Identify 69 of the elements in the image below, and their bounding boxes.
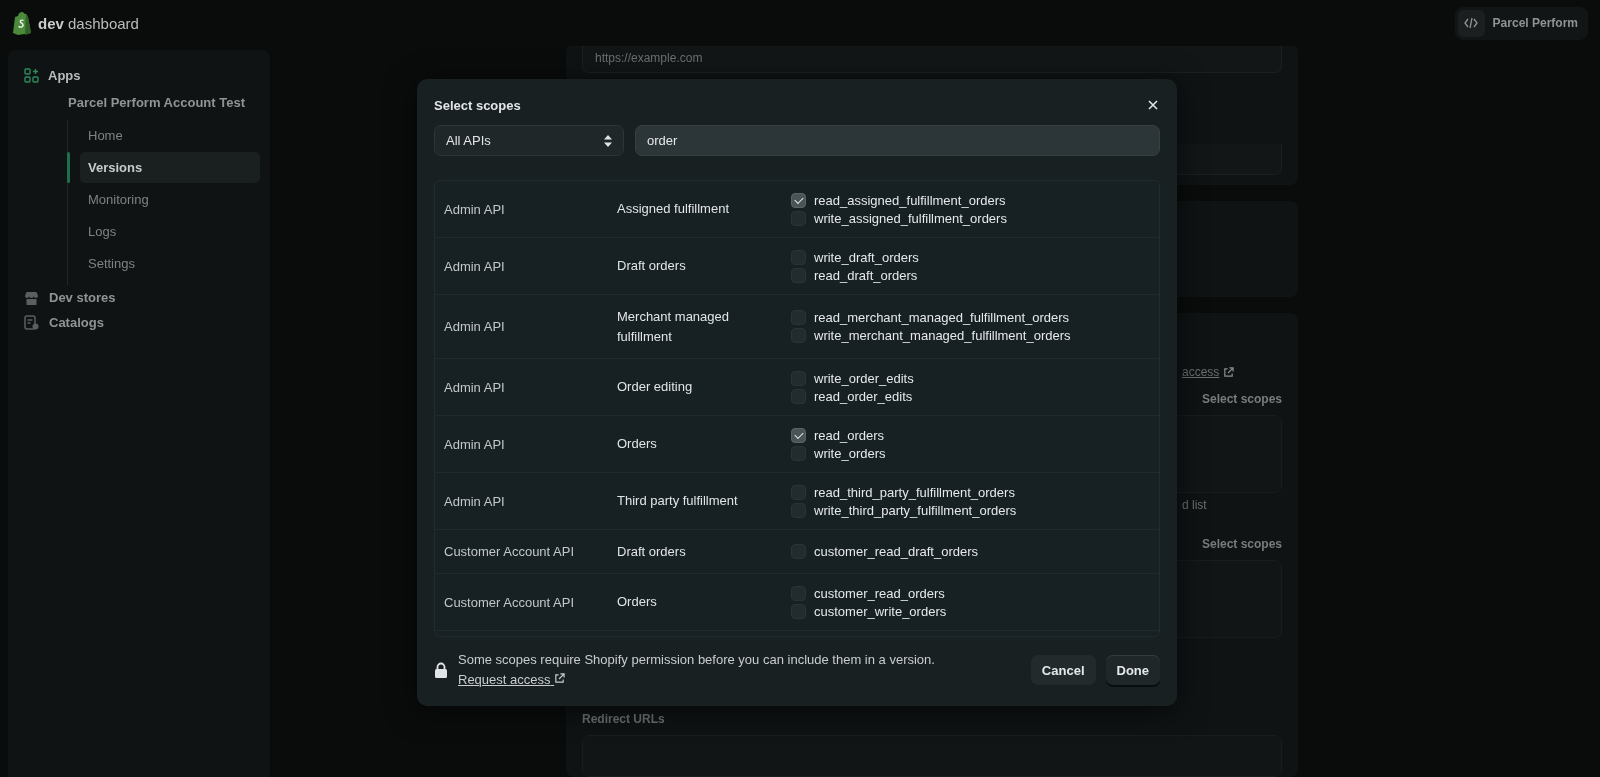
scope-label: write_draft_orders: [814, 249, 919, 265]
scope-label: read_assigned_fulfillment_orders: [814, 192, 1006, 208]
checkbox[interactable]: [791, 192, 806, 208]
dialog-title: Select scopes: [434, 97, 521, 113]
api-cell-text: Admin API: [443, 436, 506, 452]
api-cell-text: Admin API: [443, 493, 506, 509]
account-button[interactable]: Parcel Perform: [1454, 6, 1588, 40]
updown-caret-icon: [604, 134, 612, 147]
request-access-link[interactable]: Request access: [458, 672, 566, 687]
scope-label: customer_read_orders: [814, 585, 945, 601]
select-scopes-link[interactable]: Select scopes: [1201, 392, 1282, 406]
scope-label: customer_write_orders: [814, 603, 947, 619]
scope-label: read_third_party_fulfillment_orders: [814, 484, 1015, 500]
scope-label: write_orders: [814, 445, 886, 461]
checkbox[interactable]: [791, 427, 806, 443]
resource-cell-text: Merchant managed fulfillment: [617, 307, 730, 346]
scope-label: read_orders: [814, 427, 885, 443]
redirect-urls-label: Redirect URLs: [582, 712, 666, 726]
nav-item[interactable]: Home: [80, 120, 260, 151]
app-name[interactable]: Parcel Perform Account Test: [18, 87, 260, 120]
nav-item[interactable]: Apps: [48, 68, 81, 83]
scope-label: read_merchant_managed_fulfillment_orders: [814, 310, 1070, 325]
nav-item[interactable]: Catalogs: [18, 310, 260, 335]
shopping-bag-logo-icon: [12, 11, 32, 35]
api-cell-text: Admin API: [443, 379, 506, 395]
resource-cell-text: Order editing: [617, 378, 694, 396]
close-button[interactable]: [1146, 100, 1160, 110]
api-cell-text: Admin API: [443, 201, 506, 217]
resource-cell-text: Assigned fulfillment: [617, 200, 730, 218]
scope-label: read_draft_orders: [814, 267, 918, 283]
resource-cell-text: Draft orders: [617, 257, 687, 275]
app-title: dev dashboard: [38, 14, 139, 32]
list-label: d list: [1182, 498, 1207, 512]
api-cell-text: Admin API: [443, 258, 506, 274]
lock-icon: [434, 661, 448, 679]
resource-cell-text: Orders: [617, 593, 658, 611]
search-field[interactable]: order: [635, 125, 1160, 156]
scope-label: write_third_party_fulfillment_orders: [814, 502, 1017, 518]
permission-notice: Some scopes require Shopify permission before you can include them in a version. Request access: [458, 651, 936, 689]
scope-label: customer_read_draft_orders: [814, 544, 979, 559]
scope-label: read_order_edits: [814, 388, 913, 404]
api-select[interactable]: All APIs: [434, 125, 624, 156]
access-link[interactable]: access: [1182, 365, 1220, 379]
external-link-icon: [1223, 366, 1235, 378]
nav-item[interactable]: Versions: [80, 152, 260, 183]
scope-label: write_assigned_fulfillment_orders: [814, 210, 1007, 226]
api-cell-text: Customer Account API: [443, 594, 576, 610]
nav-item[interactable]: Settings: [80, 248, 260, 279]
apps-icon: [24, 68, 39, 83]
cancel-button[interactable]: Cancel: [1030, 655, 1096, 685]
selection-indicator: [67, 152, 70, 183]
url-field[interactable]: https://example.com: [582, 44, 1282, 73]
resource-cell-text: Orders: [617, 435, 658, 453]
nav-item[interactable]: Dev stores: [18, 285, 260, 310]
code-icon: [1464, 17, 1479, 29]
nav-item[interactable]: Monitoring: [80, 184, 260, 215]
api-cell-text: Admin API: [443, 319, 506, 334]
close-icon: [1148, 100, 1158, 110]
catalog-icon: [24, 315, 39, 330]
api-cell-text: Customer Account API: [443, 544, 576, 559]
select-scopes-link[interactable]: Select scopes: [1201, 537, 1282, 551]
nav-item[interactable]: Logs: [80, 216, 260, 247]
scope-label: write_order_edits: [814, 370, 914, 386]
done-button[interactable]: Done: [1105, 655, 1160, 685]
resource-cell-text: Third party fulfillment: [617, 492, 739, 510]
external-link-icon: [554, 673, 566, 684]
storefront-icon: [24, 290, 39, 305]
resource-cell-text: Draft orders: [617, 542, 687, 561]
scope-label: write_merchant_managed_fulfillment_orders: [814, 328, 1071, 343]
